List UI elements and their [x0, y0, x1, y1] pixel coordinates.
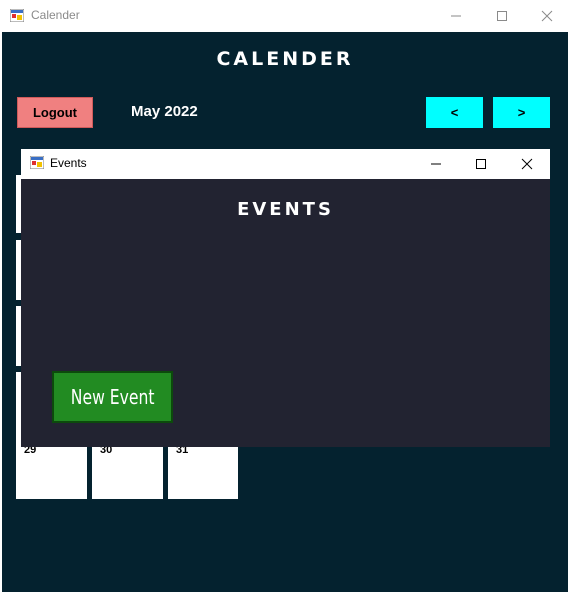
maximize-icon	[497, 11, 507, 21]
day-cell-31[interactable]: 31	[168, 444, 238, 499]
windows-forms-icon	[30, 156, 44, 169]
day-cell-30[interactable]: 30	[92, 444, 163, 499]
minimize-icon	[431, 163, 441, 165]
calendar-heading: CALENDER	[216, 48, 354, 70]
maximize-icon	[476, 159, 486, 169]
month-label: May 2022	[131, 103, 198, 120]
events-dialog: Events EVENTS New Event	[21, 149, 550, 447]
close-button[interactable]	[524, 0, 570, 32]
window-title: Calender	[31, 8, 80, 22]
events-close-button[interactable]	[504, 149, 550, 179]
main-titlebar[interactable]: Calender	[0, 0, 570, 32]
events-titlebar[interactable]: Events	[21, 149, 550, 179]
close-icon	[541, 10, 553, 22]
windows-forms-icon	[10, 9, 24, 22]
minimize-icon	[451, 15, 461, 17]
close-icon	[521, 158, 533, 170]
events-minimize-button[interactable]	[413, 149, 459, 179]
maximize-button[interactable]	[479, 0, 525, 32]
new-event-label: New Event	[70, 385, 155, 409]
new-event-button[interactable]: New Event	[52, 371, 173, 423]
events-body: EVENTS New Event	[21, 179, 550, 447]
minimize-button[interactable]	[433, 0, 479, 32]
logout-button[interactable]: Logout	[17, 97, 93, 128]
prev-month-button[interactable]: <	[426, 97, 483, 128]
events-window-title: Events	[50, 156, 87, 170]
next-month-button[interactable]: >	[493, 97, 550, 128]
events-heading: EVENTS	[237, 199, 334, 220]
day-cell-29[interactable]: 29	[16, 444, 87, 499]
events-maximize-button[interactable]	[458, 149, 504, 179]
